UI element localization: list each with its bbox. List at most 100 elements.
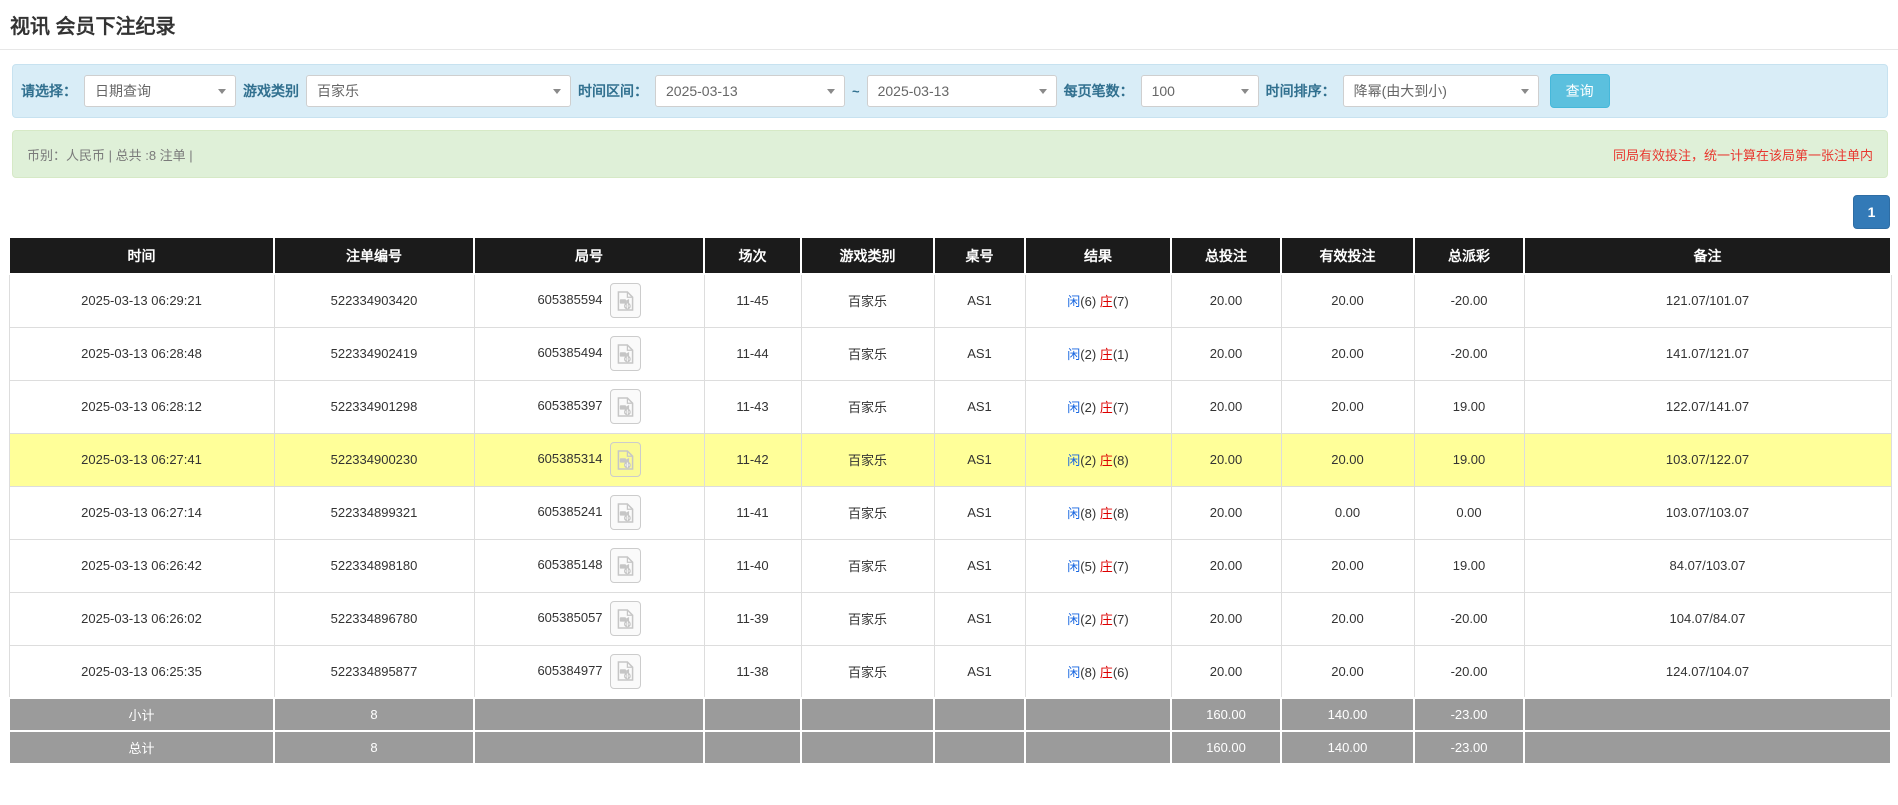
remark-cell: 122.07/141.07 — [1524, 380, 1891, 433]
footer-empty-cell — [474, 698, 704, 731]
table-row: 2025-03-13 06:27:14522334899321 605385241… — [9, 486, 1891, 539]
game-cell: 百家乐 — [801, 380, 934, 433]
query-type-select[interactable]: 日期查询 — [84, 75, 236, 107]
column-header: 时间 — [9, 238, 274, 274]
banker-result: 庄 — [1100, 506, 1113, 521]
player-result: 闲 — [1067, 665, 1080, 680]
footer-remark-cell — [1524, 698, 1891, 731]
footer-valid-bet-cell: 140.00 — [1281, 731, 1414, 764]
footer-empty-cell — [704, 731, 801, 764]
video-replay-button[interactable] — [610, 548, 641, 583]
payout-cell: 19.00 — [1414, 380, 1524, 433]
query-type-value: 日期查询 — [95, 81, 151, 101]
bet-id-cell: 522334903420 — [274, 274, 474, 327]
chevron-down-icon — [553, 89, 561, 94]
time-cell: 2025-03-13 06:27:14 — [9, 486, 274, 539]
time-sort-label: 时间排序： — [1266, 81, 1336, 101]
page-size-value: 100 — [1152, 83, 1175, 99]
bet-id-cell: 522334895877 — [274, 645, 474, 698]
bet-id-cell: 522334899321 — [274, 486, 474, 539]
round-number: 605385594 — [537, 292, 602, 307]
video-replay-button[interactable] — [610, 389, 641, 424]
video-replay-button[interactable] — [610, 601, 641, 636]
valid-bet-cell: 20.00 — [1281, 433, 1414, 486]
footer-payout-cell: -23.00 — [1414, 731, 1524, 764]
currency-total-text: 币别：人民币 | 总共 :8 注单 | — [27, 145, 193, 164]
game-cell: 百家乐 — [801, 539, 934, 592]
select-type-label: 请选择： — [21, 81, 77, 101]
banker-result: 庄 — [1100, 400, 1113, 415]
table-row: 2025-03-13 06:27:41522334900230605385314… — [9, 433, 1891, 486]
video-replay-button[interactable] — [610, 283, 641, 318]
video-replay-button[interactable] — [610, 336, 641, 371]
query-button[interactable]: 查询 — [1550, 74, 1610, 108]
round-number: 605385314 — [537, 451, 602, 466]
page-size-select[interactable]: 100 — [1141, 75, 1259, 107]
remark-cell: 104.07/84.07 — [1524, 592, 1891, 645]
game-cell: 百家乐 — [801, 433, 934, 486]
video-file-icon — [617, 502, 634, 524]
subtotal-row: 小计8160.00140.00-23.00 — [9, 698, 1891, 731]
column-header: 结果 — [1025, 238, 1171, 274]
game-cell: 百家乐 — [801, 327, 934, 380]
session-cell: 11-39 — [704, 592, 801, 645]
date-to-value: 2025-03-13 — [878, 83, 950, 99]
total-bet-cell: 20.00 — [1171, 592, 1281, 645]
round-number: 605385397 — [537, 398, 602, 413]
video-file-icon — [617, 290, 634, 312]
video-file-icon — [617, 396, 634, 418]
player-points: (8) — [1080, 506, 1100, 521]
bet-id-cell: 522334896780 — [274, 592, 474, 645]
date-from-select[interactable]: 2025-03-13 — [655, 75, 845, 107]
column-header: 局号 — [474, 238, 704, 274]
bet-id-cell: 522334901298 — [274, 380, 474, 433]
remark-cell: 121.07/101.07 — [1524, 274, 1891, 327]
time-cell: 2025-03-13 06:26:42 — [9, 539, 274, 592]
table-no-cell: AS1 — [934, 327, 1025, 380]
date-to-select[interactable]: 2025-03-13 — [867, 75, 1057, 107]
result-cell: 闲(2) 庄(7) — [1025, 592, 1171, 645]
table-row: 2025-03-13 06:25:35522334895877605384977… — [9, 645, 1891, 698]
valid-bet-cell: 20.00 — [1281, 539, 1414, 592]
time-cell: 2025-03-13 06:29:21 — [9, 274, 274, 327]
player-points: (2) — [1080, 400, 1100, 415]
page-button-1[interactable]: 1 — [1853, 195, 1890, 229]
chevron-down-icon — [1241, 89, 1249, 94]
range-separator: ~ — [852, 84, 860, 99]
banker-points: (7) — [1113, 400, 1129, 415]
result-cell: 闲(5) 庄(7) — [1025, 539, 1171, 592]
payout-cell: 0.00 — [1414, 486, 1524, 539]
payout-cell: 19.00 — [1414, 539, 1524, 592]
time-sort-select[interactable]: 降幂(由大到小) — [1343, 75, 1539, 107]
footer-total-bet-cell: 160.00 — [1171, 698, 1281, 731]
video-replay-button[interactable] — [610, 442, 641, 477]
time-cell: 2025-03-13 06:26:02 — [9, 592, 274, 645]
video-replay-button[interactable] — [610, 654, 641, 689]
footer-label-cell: 总计 — [9, 731, 274, 764]
time-range-label: 时间区间： — [578, 81, 648, 101]
round-cell: 605384977 — [474, 645, 704, 698]
game-cell: 百家乐 — [801, 486, 934, 539]
round-cell: 605385314 — [474, 433, 704, 486]
footer-empty-cell — [801, 698, 934, 731]
session-cell: 11-40 — [704, 539, 801, 592]
table-row: 2025-03-13 06:26:02522334896780605385057… — [9, 592, 1891, 645]
round-cell: 605385594 — [474, 274, 704, 327]
chevron-down-icon — [1039, 89, 1047, 94]
payout-cell: 19.00 — [1414, 433, 1524, 486]
game-category-select[interactable]: 百家乐 — [306, 75, 571, 107]
round-number: 605385241 — [537, 504, 602, 519]
footer-valid-bet-cell: 140.00 — [1281, 698, 1414, 731]
page-header: 视讯 会员下注纪录 — [0, 0, 1898, 50]
round-cell: 605385241 — [474, 486, 704, 539]
total-bet-cell: 20.00 — [1171, 380, 1281, 433]
valid-bet-cell: 20.00 — [1281, 592, 1414, 645]
footer-empty-cell — [934, 731, 1025, 764]
round-cell: 605385494 — [474, 327, 704, 380]
payout-cell: -20.00 — [1414, 327, 1524, 380]
video-replay-button[interactable] — [610, 495, 641, 530]
total-bet-cell: 20.00 — [1171, 645, 1281, 698]
chevron-down-icon — [218, 89, 226, 94]
player-result: 闲 — [1067, 400, 1080, 415]
player-result: 闲 — [1067, 506, 1080, 521]
